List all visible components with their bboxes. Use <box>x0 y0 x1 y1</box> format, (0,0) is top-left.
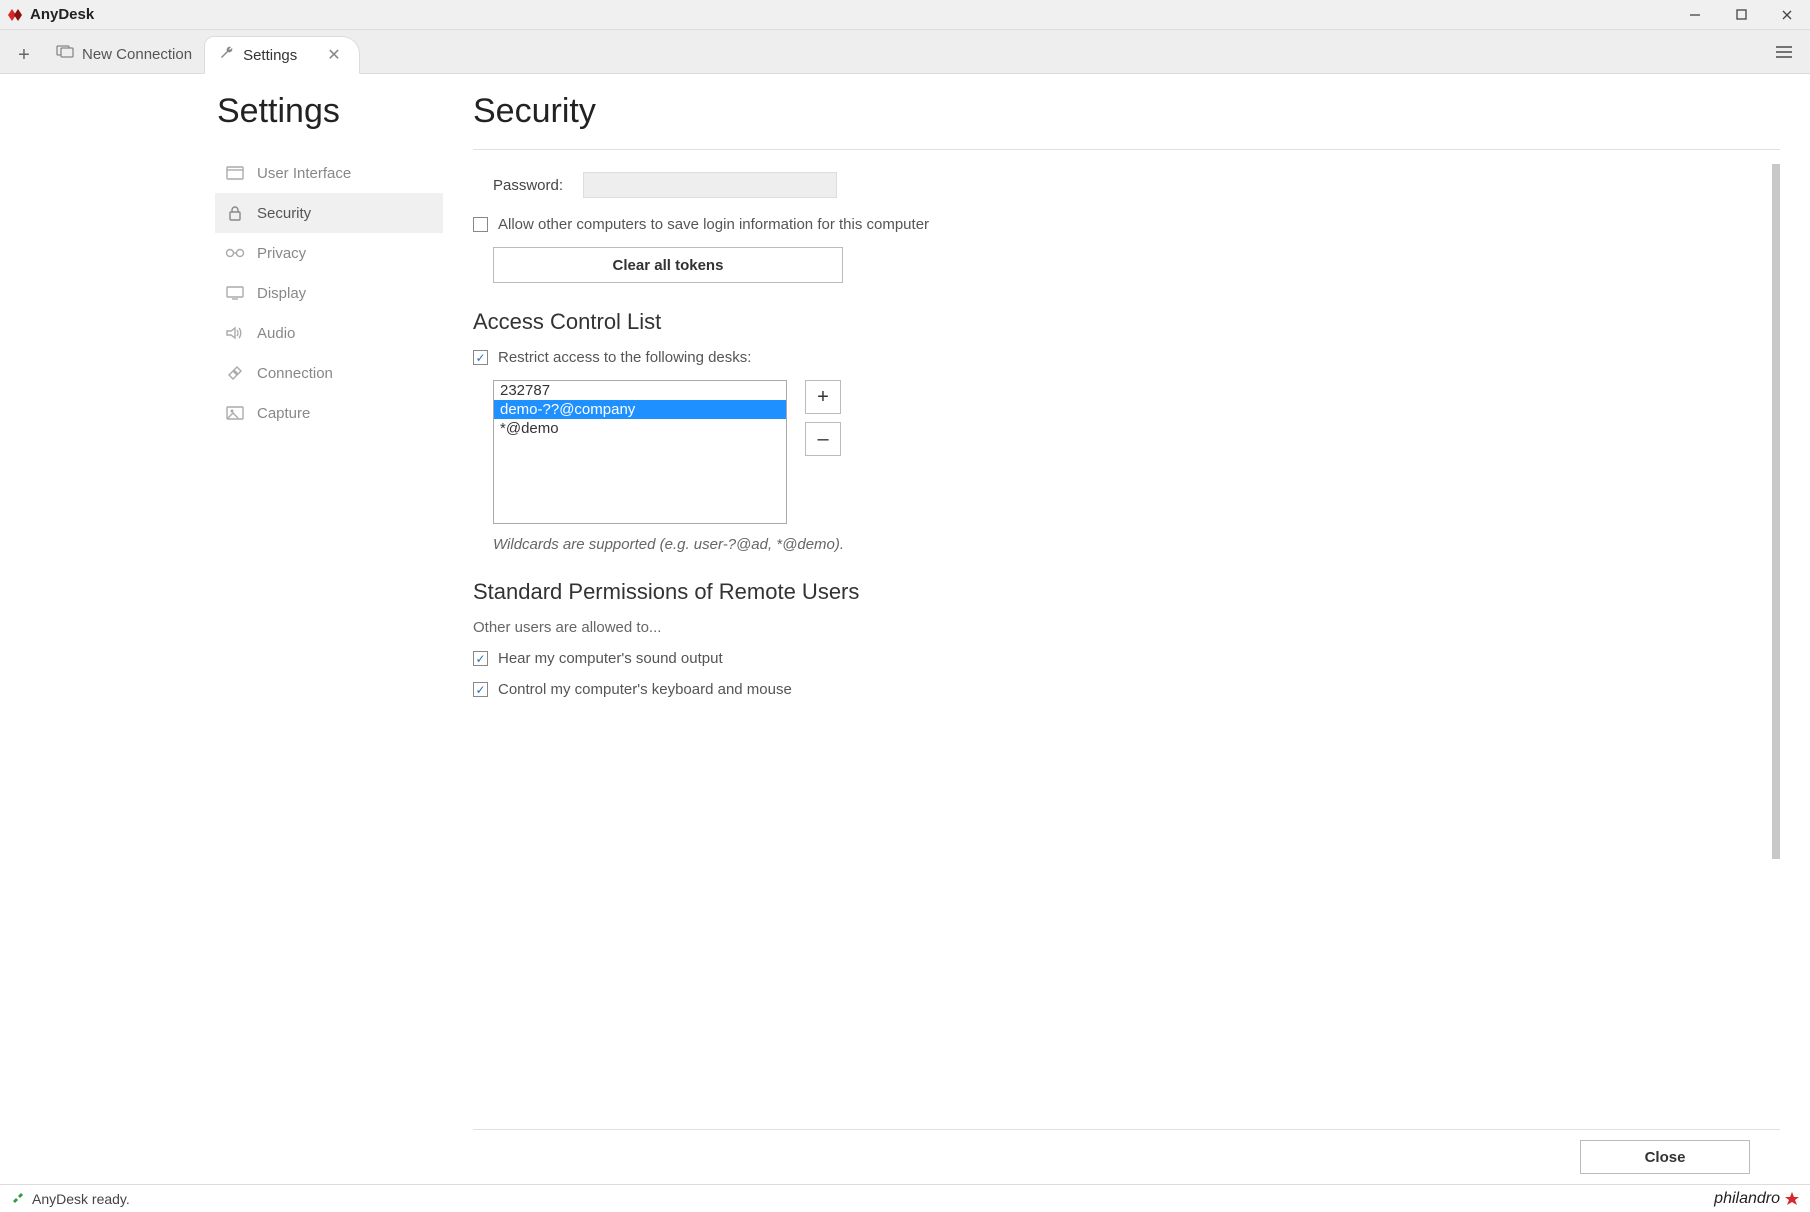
sidebar-item-label: Connection <box>257 365 333 382</box>
new-tab-button[interactable]: + <box>6 37 42 73</box>
restrict-access-label: Restrict access to the following desks: <box>498 349 751 366</box>
clear-tokens-label: Clear all tokens <box>613 257 724 274</box>
permissions-intro: Other users are allowed to... <box>473 619 1750 636</box>
scrollbar-track[interactable] <box>1770 164 1780 1129</box>
main-panel: Security Password: Allow other computers… <box>443 74 1810 1184</box>
sidebar-item-label: Capture <box>257 405 310 422</box>
clear-tokens-button[interactable]: Clear all tokens <box>493 247 843 283</box>
brand-text: philandro <box>1714 1190 1780 1208</box>
acl-item[interactable]: demo-??@company <box>494 400 786 419</box>
sidebar-item-user-interface[interactable]: User Interface <box>215 153 443 193</box>
plug-icon <box>225 365 245 381</box>
allow-save-login-label: Allow other computers to save login info… <box>498 216 929 233</box>
speaker-icon <box>225 326 245 340</box>
ui-icon <box>225 166 245 180</box>
close-tab-button[interactable]: ✕ <box>327 45 340 65</box>
sidebar-item-label: Audio <box>257 325 295 342</box>
restrict-access-checkbox[interactable] <box>473 350 488 365</box>
tab-new-connection[interactable]: New Connection <box>42 35 210 73</box>
statusbar: AnyDesk ready. philandro <box>0 1184 1810 1212</box>
sidebar-item-label: Display <box>257 285 306 302</box>
sidebar-item-capture[interactable]: Capture <box>215 393 443 433</box>
permissions-heading: Standard Permissions of Remote Users <box>473 579 1750 605</box>
acl-item[interactable]: *@demo <box>494 419 786 438</box>
sidebar-item-audio[interactable]: Audio <box>215 313 443 353</box>
sidebar-item-label: User Interface <box>257 165 351 182</box>
divider <box>473 149 1780 150</box>
lock-icon <box>225 205 245 221</box>
acl-hint: Wildcards are supported (e.g. user-?@ad,… <box>493 536 1750 553</box>
settings-sidebar: Settings User Interface Security Privacy… <box>215 74 443 1184</box>
image-icon <box>225 406 245 420</box>
scrollbar-thumb[interactable] <box>1772 164 1780 859</box>
tab-label: Settings <box>243 47 297 64</box>
status-text: AnyDesk ready. <box>32 1191 130 1207</box>
tabbar: + New Connection Settings ✕ <box>0 30 1810 74</box>
close-button[interactable]: Close <box>1580 1140 1750 1174</box>
maximize-button[interactable] <box>1718 0 1764 30</box>
acl-add-button[interactable]: + <box>805 380 841 414</box>
anydesk-logo-icon <box>8 7 24 23</box>
sidebar-item-privacy[interactable]: Privacy <box>215 233 443 273</box>
perm-hear-sound-label: Hear my computer's sound output <box>498 650 723 667</box>
sidebar-item-label: Privacy <box>257 245 306 262</box>
allow-save-login-checkbox[interactable] <box>473 217 488 232</box>
titlebar: AnyDesk <box>0 0 1810 30</box>
close-window-button[interactable] <box>1764 0 1810 30</box>
brand-footer: philandro <box>1714 1190 1800 1208</box>
sidebar-item-connection[interactable]: Connection <box>215 353 443 393</box>
acl-heading: Access Control List <box>473 309 1750 335</box>
app-title: AnyDesk <box>30 6 94 23</box>
acl-remove-button[interactable]: – <box>805 422 841 456</box>
close-button-label: Close <box>1645 1149 1686 1166</box>
tab-label: New Connection <box>82 46 192 63</box>
display-icon <box>225 286 245 300</box>
tab-settings[interactable]: Settings ✕ <box>204 36 360 74</box>
password-label: Password: <box>493 177 583 194</box>
minimize-button[interactable] <box>1672 0 1718 30</box>
hamburger-menu-button[interactable] <box>1768 36 1800 68</box>
sidebar-item-label: Security <box>257 205 311 222</box>
page-title: Security <box>473 92 1780 131</box>
password-input[interactable] <box>583 172 837 198</box>
status-plug-icon <box>10 1190 24 1207</box>
wrench-icon <box>219 45 235 65</box>
glasses-icon <box>225 248 245 258</box>
monitor-icon <box>56 45 74 63</box>
perm-control-kbm-label: Control my computer's keyboard and mouse <box>498 681 792 698</box>
perm-control-kbm-checkbox[interactable] <box>473 682 488 697</box>
sidebar-title: Settings <box>215 92 443 131</box>
sidebar-item-display[interactable]: Display <box>215 273 443 313</box>
sidebar-item-security[interactable]: Security <box>215 193 443 233</box>
acl-item[interactable]: 232787 <box>494 381 786 400</box>
acl-listbox[interactable]: 232787 demo-??@company *@demo <box>493 380 787 524</box>
perm-hear-sound-checkbox[interactable] <box>473 651 488 666</box>
